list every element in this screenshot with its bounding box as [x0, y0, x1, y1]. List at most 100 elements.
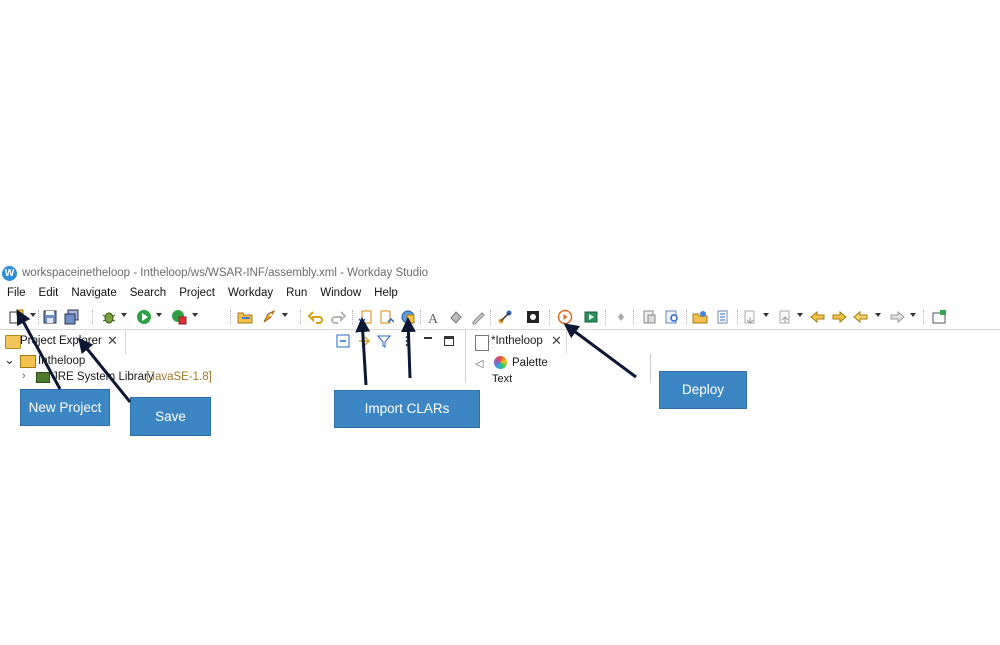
launch-icon[interactable]: [583, 309, 599, 325]
project-folder-icon: [20, 355, 36, 368]
palette-collapse-icon[interactable]: ◁: [475, 357, 483, 370]
open-type-icon[interactable]: [692, 309, 708, 325]
callout-new-project: New Project: [20, 389, 110, 426]
assembly-file-icon: [475, 335, 489, 351]
copy-icon[interactable]: [641, 309, 657, 325]
run-dropdown-icon[interactable]: [156, 313, 162, 317]
workday-studio-window: W workspaceinetheloop - Intheloop/ws/WSA…: [0, 263, 1000, 383]
prev-annotation-icon[interactable]: [777, 309, 793, 325]
toolbar-separator: [490, 310, 492, 324]
deploy-rocket-icon[interactable]: [261, 309, 277, 325]
pin-icon[interactable]: [613, 309, 629, 325]
toolbar-separator: [686, 310, 688, 324]
callout-import-clars: Import CLARs: [334, 390, 480, 428]
callout-save: Save: [130, 397, 211, 436]
palette-label: Palette: [512, 357, 548, 369]
undo-icon[interactable]: [308, 309, 324, 325]
toolbar-separator: [92, 310, 94, 324]
project-tree: ⌄ Intheloop › JRE System Library [JavaSE…: [0, 352, 465, 383]
import-clar-icon[interactable]: [358, 309, 374, 325]
back-icon[interactable]: [853, 309, 869, 325]
search-icon[interactable]: [664, 309, 680, 325]
back-dropdown-icon[interactable]: [875, 313, 881, 317]
view-menu-icon[interactable]: [400, 334, 414, 348]
menu-workday[interactable]: Workday: [221, 286, 279, 304]
workbench-panes: Project Explorer ✕ ⌄ Intheloop › JRE Sys…: [0, 329, 1000, 383]
paint-icon[interactable]: [448, 309, 464, 325]
toolbar-separator: [352, 310, 354, 324]
last-edit-forward-icon[interactable]: [831, 309, 847, 325]
folder-icon: [5, 335, 21, 349]
new-project-icon[interactable]: [8, 309, 24, 325]
run-icon[interactable]: [136, 309, 152, 325]
project-explorer-tab-label: Project Explorer: [20, 335, 102, 347]
palette-item-text[interactable]: Text: [492, 373, 512, 383]
menu-help[interactable]: Help: [367, 286, 404, 304]
open-perspective-icon[interactable]: [931, 309, 947, 325]
library-icon: [36, 372, 50, 383]
pen-icon[interactable]: [470, 309, 486, 325]
menu-navigate[interactable]: Navigate: [64, 286, 122, 304]
editor-tab-intheloop[interactable]: *Intheloop ✕: [470, 330, 567, 354]
toolbar-separator: [38, 310, 40, 324]
toolbar-separator: [549, 310, 551, 324]
chevron-down-icon[interactable]: ⌄: [4, 352, 15, 368]
next-annotation-dropdown-icon[interactable]: [763, 313, 769, 317]
prev-annotation-dropdown-icon[interactable]: [797, 313, 803, 317]
menu-window[interactable]: Window: [313, 286, 367, 304]
link-editor-icon[interactable]: [357, 334, 371, 348]
menu-search[interactable]: Search: [123, 286, 172, 304]
next-annotation-icon[interactable]: [742, 309, 758, 325]
workday-logo-icon: W: [2, 266, 17, 281]
collapse-all-icon[interactable]: [336, 334, 350, 348]
debug-dropdown-icon[interactable]: [121, 313, 127, 317]
redo-icon[interactable]: [330, 309, 346, 325]
library-name: JRE System Library: [52, 371, 154, 383]
open-icon[interactable]: [237, 309, 253, 325]
clar-globe-icon[interactable]: [400, 309, 416, 325]
title-bar: W workspaceinetheloop - Intheloop/ws/WSA…: [0, 263, 1000, 284]
toolbar-separator: [633, 310, 635, 324]
forward-dropdown-icon[interactable]: [910, 313, 916, 317]
editor-tab-label: *Intheloop: [491, 335, 543, 347]
last-edit-icon[interactable]: [810, 309, 826, 325]
open-resource-icon[interactable]: [715, 309, 731, 325]
minimize-icon[interactable]: [421, 334, 435, 348]
external-tools-dropdown-icon[interactable]: [192, 313, 198, 317]
forward-icon[interactable]: [889, 309, 905, 325]
callout-deploy: Deploy: [659, 371, 747, 409]
project-explorer-view: Project Explorer ✕ ⌄ Intheloop › JRE Sys…: [0, 330, 466, 383]
text-icon[interactable]: A: [426, 309, 442, 325]
window-title: workspaceinetheloop - Intheloop/ws/WSAR-…: [22, 267, 429, 279]
main-toolbar: A: [0, 306, 1000, 328]
debug-icon[interactable]: [101, 309, 117, 325]
deploy-dropdown-icon[interactable]: [282, 313, 288, 317]
close-icon[interactable]: ✕: [551, 333, 562, 349]
chevron-right-icon[interactable]: ›: [22, 370, 26, 382]
close-icon[interactable]: ✕: [107, 333, 118, 349]
menu-edit[interactable]: Edit: [32, 286, 65, 304]
menu-project[interactable]: Project: [172, 286, 221, 304]
menu-file[interactable]: File: [0, 286, 32, 304]
new-dropdown-icon[interactable]: [30, 313, 36, 317]
deploy-icon[interactable]: [557, 309, 573, 325]
export-clar-icon[interactable]: [378, 309, 394, 325]
maximize-icon[interactable]: [442, 334, 456, 348]
save-all-icon[interactable]: [64, 309, 80, 325]
menu-bar: File Edit Navigate Search Project Workda…: [0, 286, 1000, 304]
palette-panel: ◁ Palette Text: [466, 354, 651, 383]
toolbar-separator: [230, 310, 232, 324]
menu-run[interactable]: Run: [279, 286, 313, 304]
external-tools-icon[interactable]: [171, 309, 187, 325]
project-name: Intheloop: [38, 355, 86, 367]
filter-icon[interactable]: [376, 334, 392, 348]
save-icon[interactable]: [42, 309, 58, 325]
toolbar-separator: [737, 310, 739, 324]
toolbar-separator: [300, 310, 302, 324]
toolbar-separator: [923, 310, 925, 324]
project-explorer-tab[interactable]: Project Explorer ✕: [0, 330, 126, 354]
toolbar-separator: [605, 310, 607, 324]
connect-icon[interactable]: [497, 309, 513, 325]
puzzle-icon[interactable]: [525, 309, 541, 325]
svg-text:A: A: [428, 312, 439, 325]
